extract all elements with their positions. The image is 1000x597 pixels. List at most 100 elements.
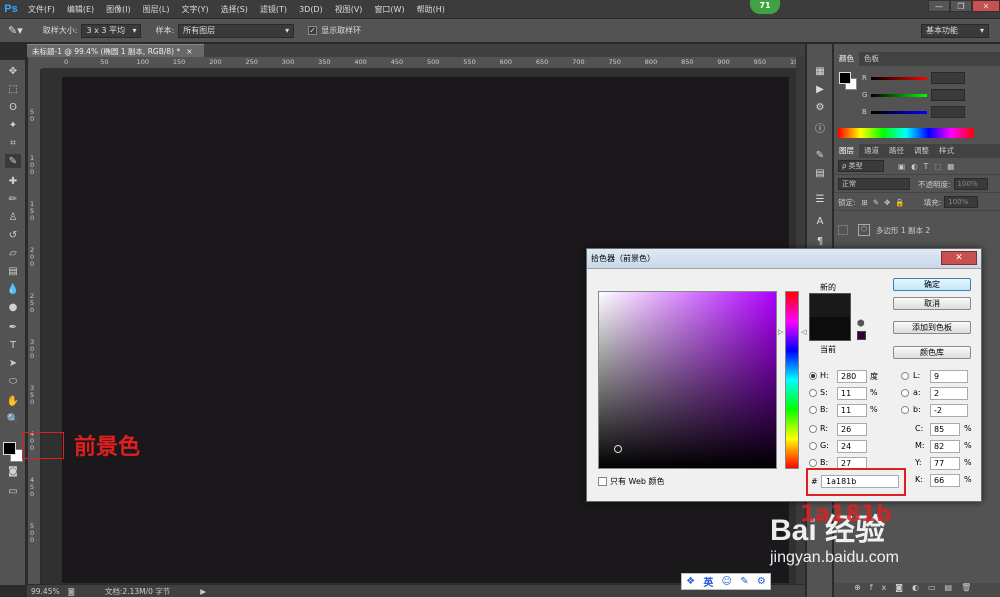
red-input[interactable]: 26 [837,423,867,436]
path-select-tool-icon[interactable]: ➤ [5,356,21,370]
history-brush-icon[interactable]: ↺ [5,228,21,242]
green-value[interactable] [931,89,966,101]
move-tool-icon[interactable]: ✥ [5,64,21,78]
ime-language-label[interactable]: 英 [703,574,713,589]
yellow-input[interactable]: 77 [930,457,960,470]
magenta-input[interactable]: 82 [930,440,960,453]
blur-tool-icon[interactable]: 💧 [5,282,21,296]
tab-styles[interactable]: 样式 [934,144,959,158]
restore-button[interactable]: ❐ [950,0,972,12]
red-value[interactable] [930,72,965,84]
menu-edit[interactable]: 编辑(E) [61,4,100,15]
workspace-select[interactable]: 基本功能 ▾ [921,23,989,38]
menu-help[interactable]: 帮助(H) [411,4,451,15]
menu-layer[interactable]: 图层(L) [137,4,176,15]
saturation-brightness-field[interactable] [598,291,777,469]
shape-tool-icon[interactable]: ⬭ [5,374,21,388]
menu-view[interactable]: 视图(V) [329,4,369,15]
dodge-tool-icon[interactable]: ● [5,300,21,314]
document-tab[interactable]: 未标题-1 @ 99.4% (椭圆 1 副本, RGB/8) * × [27,44,204,57]
show-ring-checkbox[interactable]: ✓ [308,26,318,35]
gear-icon[interactable]: ⚙ [757,576,766,587]
dialog-close-button[interactable]: ✕ [941,251,977,265]
layer-filter-select[interactable]: ρ 类型 [838,160,884,172]
hue-arrow-right-icon[interactable]: ◁ [801,328,806,336]
hue-radio[interactable] [809,372,817,380]
character-panel-icon[interactable]: A [813,214,827,228]
hue-arrow-left-icon[interactable]: ▷ [778,328,783,336]
tool-presets-icon[interactable]: ⚙ [813,100,827,114]
opacity-input[interactable]: 100% [953,178,988,190]
l-radio[interactable] [901,372,909,380]
pen-icon[interactable]: ✎ [740,576,748,587]
menu-filter[interactable]: 滤镜(T) [254,4,293,15]
green-slider[interactable] [871,93,928,97]
filter-icons[interactable]: ▣◐T⬚▦ [898,162,960,171]
pen-tool-icon[interactable]: ✒ [5,320,21,334]
crop-tool-icon[interactable]: ⌗ [5,136,21,150]
b-lab-input[interactable]: -2 [930,404,968,417]
menu-type[interactable]: 文字(Y) [175,4,214,15]
zoom-level[interactable]: 99.45% [31,587,60,596]
brush-panel-icon[interactable]: ✎ [813,148,827,162]
color-libraries-button[interactable]: 颜色库 [893,346,971,359]
a-input[interactable]: 2 [930,387,968,400]
web-only-checkbox[interactable] [598,477,607,486]
tab-channels[interactable]: 通道 [859,144,884,158]
brush-tool-icon[interactable]: ✏ [5,192,21,206]
saturation-radio[interactable] [809,389,817,397]
tab-swatches[interactable]: 色板 [859,52,884,66]
current-color-swatch[interactable] [809,317,851,341]
quick-mask-icon[interactable]: ◙ [5,464,21,478]
menu-image[interactable]: 图像(I) [100,4,137,15]
saturation-input[interactable]: 11 [837,387,867,400]
menu-window[interactable]: 窗口(W) [368,4,410,15]
hue-input[interactable]: 280 [837,370,867,383]
green-input[interactable]: 24 [837,440,867,453]
lasso-tool-icon[interactable]: ʘ [5,100,21,114]
black-input[interactable]: 66 [930,474,960,487]
quick-select-tool-icon[interactable]: ✦ [5,118,21,132]
layer-row[interactable]: ⬡ 多边形 1 副本 2 [834,220,1000,240]
status-menu-arrow-icon[interactable]: ▶ [200,587,206,596]
fill-input[interactable]: 100% [944,196,979,208]
blue-value[interactable] [930,106,965,118]
gradient-tool-icon[interactable]: ▤ [5,264,21,278]
paw-icon[interactable]: ❖ [686,576,695,587]
cyan-input[interactable]: 85 [930,423,960,436]
green-radio[interactable] [809,442,817,450]
eyedropper-tool-preset-icon[interactable]: ✎▾ [8,24,23,37]
info-panel-icon[interactable]: ⓘ [813,120,827,135]
red-radio[interactable] [809,425,817,433]
blue-radio[interactable] [809,459,817,467]
sample-select[interactable]: 所有图层 ▾ [178,23,295,38]
tab-adjustments[interactable]: 调整 [909,144,934,158]
ok-button[interactable]: 确定 [893,278,971,291]
l-input[interactable]: 9 [930,370,968,383]
foreground-color-swatch[interactable] [3,442,16,455]
status-icon[interactable]: ◙ [68,587,75,596]
blue-slider[interactable] [870,110,927,114]
type-tool-icon[interactable]: T [5,338,21,352]
eyedropper-tool-icon[interactable]: ✎ [5,154,21,168]
marquee-tool-icon[interactable]: ⬚ [5,82,21,96]
paragraph-panel-icon[interactable]: ¶ [813,234,827,248]
layer-name[interactable]: 多边形 1 副本 2 [876,225,930,236]
menu-select[interactable]: 选择(S) [215,4,254,15]
adjust-panel-icon[interactable]: ☰ [813,192,827,206]
smile-icon[interactable]: ☺ [722,576,732,587]
dialog-titlebar[interactable]: 拾色器（前景色） [587,249,981,269]
actions-panel-icon[interactable]: ▶ [813,82,827,96]
stamp-tool-icon[interactable]: ♙ [5,210,21,224]
history-panel-icon[interactable]: ▦ [813,64,827,78]
eraser-tool-icon[interactable]: ▱ [5,246,21,260]
brightness-input[interactable]: 11 [837,404,867,417]
close-button[interactable]: ✕ [972,0,1000,12]
a-radio[interactable] [901,389,909,397]
sample-size-select[interactable]: 3 x 3 平均 ▾ [81,23,142,38]
healing-brush-icon[interactable]: ✚ [5,174,21,188]
zoom-tool-icon[interactable]: 🔍 [5,412,21,426]
brightness-radio[interactable] [809,406,817,414]
hand-tool-icon[interactable]: ✋ [5,394,21,408]
add-to-swatches-button[interactable]: 添加到色板 [893,321,971,334]
